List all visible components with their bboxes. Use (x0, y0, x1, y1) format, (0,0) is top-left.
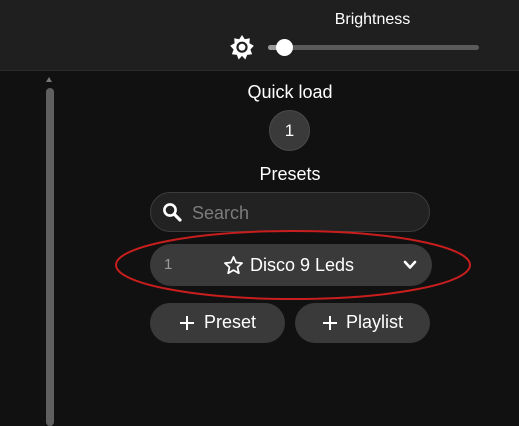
star-icon[interactable] (223, 255, 244, 276)
brightness-slider-track[interactable] (268, 45, 479, 50)
preset-id: 1 (164, 256, 173, 273)
quick-load-button-1[interactable]: 1 (269, 110, 310, 151)
presets-title: Presets (259, 164, 321, 184)
add-preset-button[interactable]: Preset (150, 303, 285, 343)
brightness-label: Brightness (334, 11, 411, 28)
scrollbar-thumb[interactable] (46, 88, 54, 426)
preset-name: Disco 9 Leds (250, 255, 355, 275)
sun-icon (230, 35, 254, 60)
scroll-up-arrow-icon[interactable] (46, 77, 52, 82)
top-bar: Brightness (0, 0, 519, 71)
brightness-slider-thumb[interactable] (276, 39, 294, 56)
plus-icon (180, 316, 194, 330)
search-input[interactable] (190, 198, 424, 228)
search-icon (163, 203, 182, 222)
plus-icon (323, 316, 337, 330)
add-preset-label: Preset (204, 312, 257, 332)
add-playlist-label: Playlist (346, 312, 404, 332)
add-playlist-button[interactable]: Playlist (295, 303, 430, 343)
quick-load-title: Quick load (247, 82, 333, 102)
chevron-down-icon[interactable] (402, 258, 418, 272)
